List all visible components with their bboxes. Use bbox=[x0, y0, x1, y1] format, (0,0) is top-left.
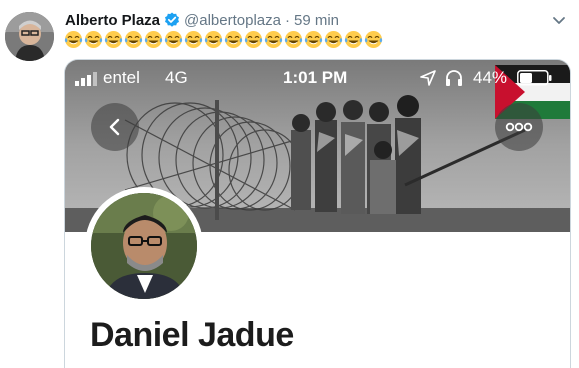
author-handle[interactable]: @albertoplaza bbox=[184, 12, 281, 29]
more-dots-icon bbox=[505, 122, 533, 132]
tears-of-joy-emoji-icon bbox=[124, 30, 143, 49]
location-arrow-icon bbox=[420, 70, 436, 91]
signal-strength-icon bbox=[75, 71, 99, 91]
chevron-left-icon bbox=[109, 118, 120, 136]
tears-of-joy-emoji-icon bbox=[244, 30, 263, 49]
tweet-header: Alberto Plaza @albertoplaza · 59 min bbox=[65, 11, 339, 29]
verified-badge-icon bbox=[164, 12, 180, 28]
separator-dot: · bbox=[284, 11, 290, 29]
tears-of-joy-emoji-icon bbox=[164, 30, 183, 49]
chevron-down-icon[interactable] bbox=[551, 12, 567, 28]
tears-of-joy-emoji-icon bbox=[264, 30, 283, 49]
tears-of-joy-emoji-icon bbox=[284, 30, 303, 49]
tears-of-joy-emoji-icon bbox=[364, 30, 383, 49]
carrier-name: entel bbox=[103, 68, 140, 87]
tweet-media[interactable]: entel 4G 1:01 PM 44% Daniel Jadue bbox=[64, 59, 571, 368]
phone-status-bar: entel 4G 1:01 PM 44% bbox=[65, 60, 570, 96]
profile-avatar[interactable] bbox=[85, 187, 203, 305]
tweet-text bbox=[64, 30, 383, 50]
battery-percent: 44% bbox=[473, 68, 508, 87]
tears-of-joy-emoji-icon bbox=[344, 30, 363, 49]
tears-of-joy-emoji-icon bbox=[104, 30, 123, 49]
headphones-icon bbox=[445, 69, 463, 92]
tears-of-joy-emoji-icon bbox=[224, 30, 243, 49]
profile-name: Daniel Jadue bbox=[90, 316, 294, 354]
tears-of-joy-emoji-icon bbox=[304, 30, 323, 49]
battery-icon bbox=[517, 70, 553, 91]
tears-of-joy-emoji-icon bbox=[184, 30, 203, 49]
tweet-timestamp[interactable]: 59 min bbox=[294, 12, 339, 29]
tears-of-joy-emoji-icon bbox=[204, 30, 223, 49]
tears-of-joy-emoji-icon bbox=[64, 30, 83, 49]
network-type: 4G bbox=[165, 68, 188, 87]
author-name[interactable]: Alberto Plaza bbox=[65, 12, 160, 29]
tears-of-joy-emoji-icon bbox=[84, 30, 103, 49]
more-options-button[interactable] bbox=[495, 103, 543, 151]
author-avatar[interactable] bbox=[5, 12, 54, 61]
tears-of-joy-emoji-icon bbox=[324, 30, 343, 49]
status-time: 1:01 PM bbox=[283, 68, 348, 87]
back-button[interactable] bbox=[91, 103, 139, 151]
tears-of-joy-emoji-icon bbox=[144, 30, 163, 49]
